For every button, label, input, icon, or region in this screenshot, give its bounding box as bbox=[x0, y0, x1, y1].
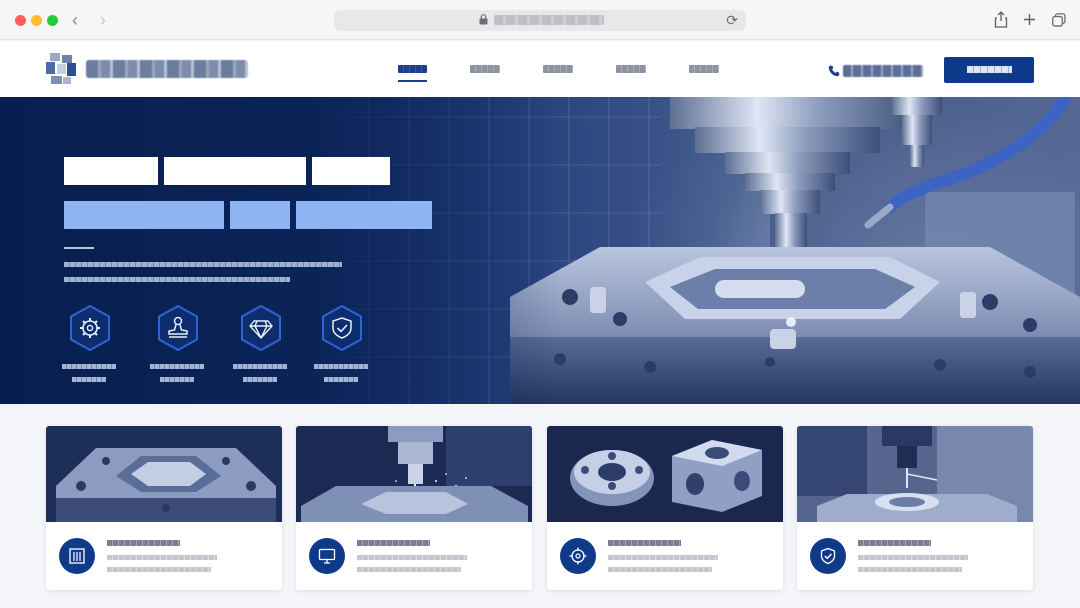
card-1-line-1 bbox=[107, 555, 217, 560]
service-card-3[interactable] bbox=[547, 426, 783, 590]
card-1-title bbox=[107, 540, 180, 546]
target-icon bbox=[569, 547, 587, 565]
feature-2-label-1 bbox=[150, 364, 204, 369]
nav-active-indicator bbox=[398, 80, 427, 82]
feature-1-label-2 bbox=[72, 377, 106, 382]
url-text bbox=[494, 15, 604, 25]
hero-banner bbox=[0, 97, 1080, 404]
hero-title-line-1-glyphs bbox=[64, 157, 390, 185]
shield-check-icon bbox=[820, 547, 836, 565]
service-card-1[interactable] bbox=[46, 426, 282, 590]
card-3-line-1 bbox=[608, 555, 718, 560]
feature-3-label-1 bbox=[233, 364, 287, 369]
contact-button[interactable] bbox=[944, 57, 1034, 83]
share-icon[interactable] bbox=[994, 11, 1008, 28]
minimize-window-button[interactable] bbox=[31, 15, 42, 26]
feature-4-label-1 bbox=[314, 364, 368, 369]
contact-button-label bbox=[967, 66, 1012, 73]
card-2-line-2 bbox=[357, 567, 461, 572]
mold-base-image bbox=[46, 426, 282, 522]
maximize-window-button[interactable] bbox=[47, 15, 58, 26]
cnc-machine-image bbox=[510, 97, 1080, 404]
building-icon bbox=[69, 548, 85, 564]
nav-item-5[interactable] bbox=[689, 65, 719, 73]
card-4-title bbox=[858, 540, 931, 546]
lock-icon bbox=[479, 14, 488, 25]
shield-check-icon bbox=[322, 304, 362, 352]
brand-name[interactable] bbox=[86, 60, 248, 78]
feature-4-label-2 bbox=[324, 377, 358, 382]
hero-overlay bbox=[0, 97, 560, 404]
hero-title-line-2-glyphs bbox=[64, 201, 432, 229]
card-3-title bbox=[608, 540, 681, 546]
service-card-2[interactable] bbox=[296, 426, 532, 590]
phone-icon bbox=[828, 65, 840, 77]
site-header bbox=[0, 41, 1080, 97]
logo-icon[interactable] bbox=[46, 53, 76, 85]
address-bar[interactable]: ⟳ bbox=[334, 10, 746, 31]
nav-item-1[interactable] bbox=[398, 65, 427, 73]
reload-icon[interactable]: ⟳ bbox=[726, 12, 738, 29]
card-2-line-1 bbox=[357, 555, 467, 560]
machined-parts-image bbox=[547, 426, 783, 522]
feature-1-label-1 bbox=[62, 364, 116, 369]
back-arrow-icon[interactable]: ‹ bbox=[72, 10, 78, 30]
new-tab-icon[interactable] bbox=[1023, 13, 1036, 26]
gear-icon bbox=[70, 304, 110, 352]
hero-description-line-1 bbox=[64, 262, 342, 267]
card-1-icon-badge bbox=[59, 538, 95, 574]
feature-3-label-2 bbox=[243, 377, 277, 382]
nav-item-4[interactable] bbox=[616, 65, 646, 73]
card-4-line-2 bbox=[858, 567, 962, 572]
card-4-line-1 bbox=[858, 555, 968, 560]
nav-item-2[interactable] bbox=[470, 65, 500, 73]
forward-arrow-icon[interactable]: › bbox=[100, 10, 106, 30]
stamp-icon bbox=[158, 304, 198, 352]
card-1-line-2 bbox=[107, 567, 211, 572]
browser-toolbar: ‹ › ⟳ bbox=[0, 0, 1080, 40]
hero-description-line-2 bbox=[64, 277, 290, 282]
cnc-machining-image bbox=[296, 426, 532, 522]
close-window-button[interactable] bbox=[15, 15, 26, 26]
feature-2-label-2 bbox=[160, 377, 194, 382]
card-3-line-2 bbox=[608, 567, 712, 572]
cmm-inspection-image bbox=[797, 426, 1033, 522]
nav-item-3[interactable] bbox=[543, 65, 573, 73]
phone-number[interactable] bbox=[843, 65, 923, 77]
card-2-title bbox=[357, 540, 430, 546]
diamond-icon bbox=[241, 304, 281, 352]
card-4-icon-badge bbox=[810, 538, 846, 574]
monitor-icon bbox=[318, 548, 336, 564]
hero-divider bbox=[64, 247, 94, 249]
card-2-icon-badge bbox=[309, 538, 345, 574]
card-3-icon-badge bbox=[560, 538, 596, 574]
tabs-overview-icon[interactable] bbox=[1052, 13, 1066, 27]
service-card-4[interactable] bbox=[797, 426, 1033, 590]
